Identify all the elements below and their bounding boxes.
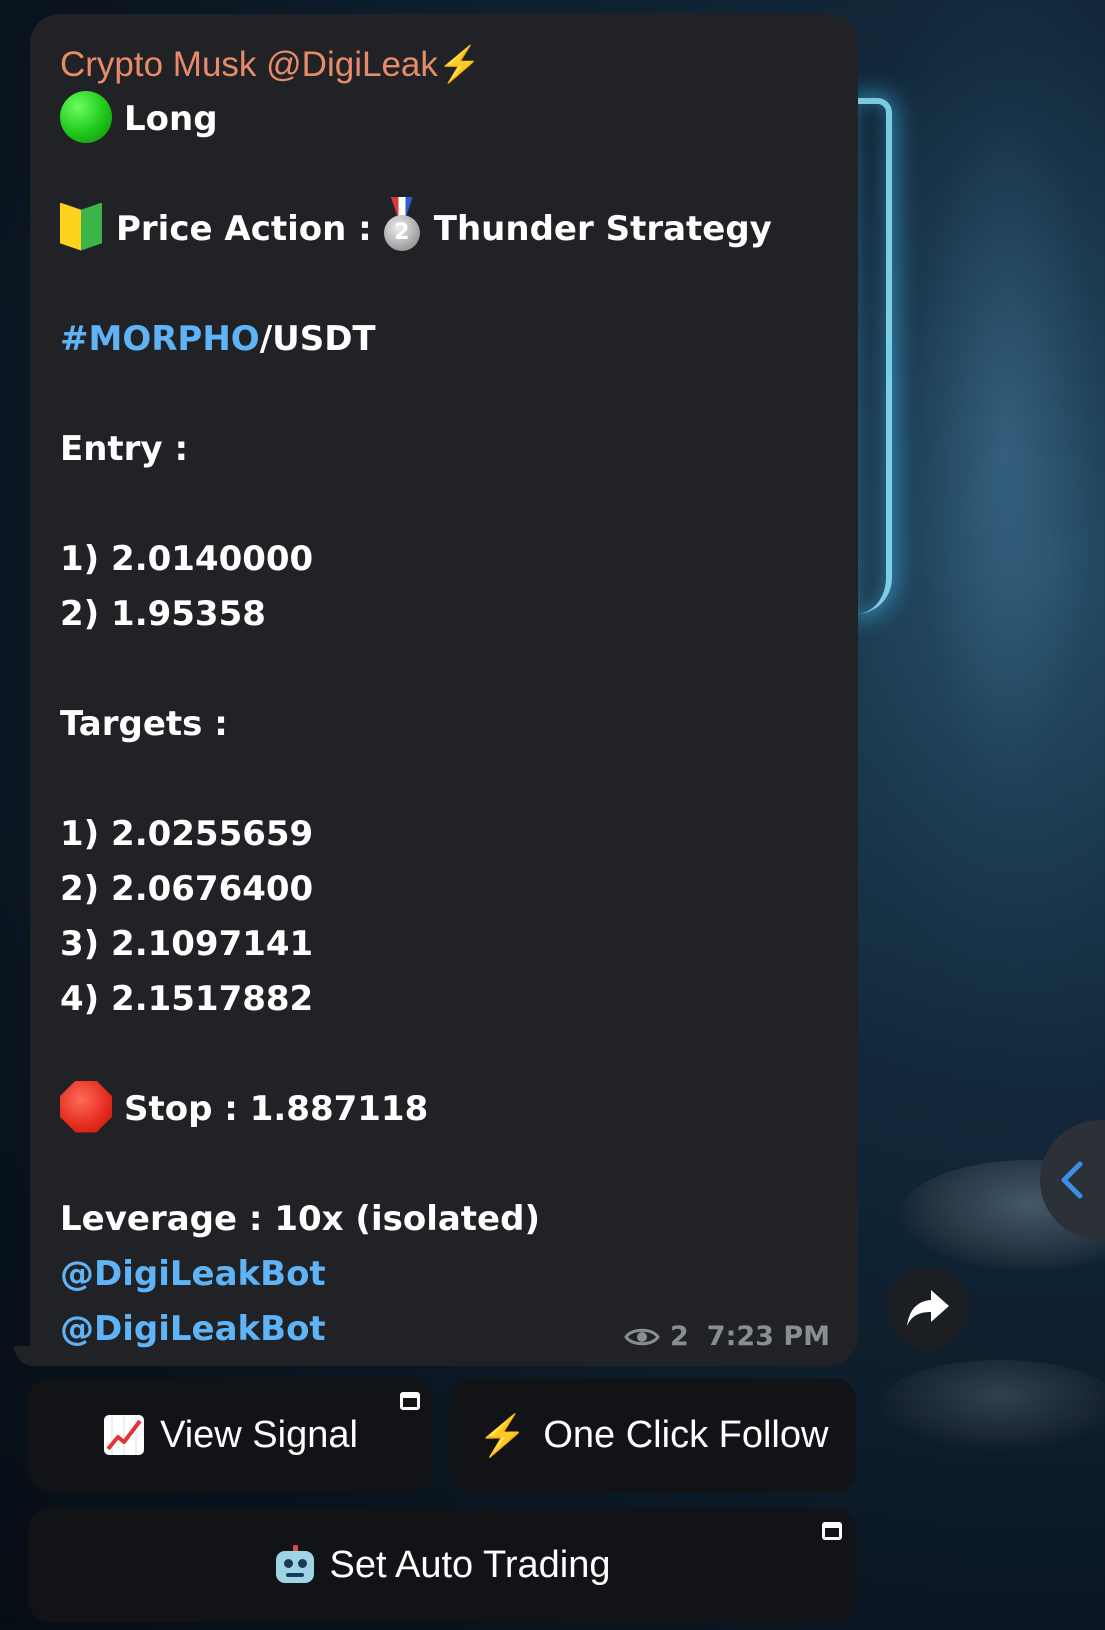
background-neon-light: [856, 98, 892, 614]
bot-mention-link[interactable]: @DigiLeakBot: [60, 1247, 828, 1302]
targets-label: Targets :: [60, 704, 228, 744]
japanese-beginner-icon: [60, 202, 102, 251]
pair-hashtag-link[interactable]: #MORPHO: [60, 319, 260, 359]
view-signal-button[interactable]: View Signal: [28, 1378, 434, 1492]
message-bubble[interactable]: Crypto Musk @DigiLeak⚡ Long Price Action…: [30, 14, 858, 1366]
stop-sign-icon: [60, 1080, 112, 1133]
strategy-name: Thunder Strategy: [433, 209, 772, 249]
message-time: 7:23 PM: [706, 1321, 830, 1352]
leverage-line: Leverage : 10x (isolated): [60, 1199, 540, 1239]
one-click-follow-label: One Click Follow: [543, 1413, 829, 1456]
stop-line: Stop : 1.887118: [60, 1080, 828, 1137]
chart-increasing-icon: [104, 1415, 145, 1455]
open-window-icon: [400, 1392, 420, 1410]
price-action-label: Price Action :: [116, 209, 372, 249]
pair-quote: /USDT: [259, 319, 376, 359]
target-item: 4) 2.1517882: [60, 979, 314, 1019]
pair-line: #MORPHO/USDT: [60, 312, 828, 367]
strategy-line: Price Action :2 Thunder Strategy: [60, 196, 828, 257]
message-meta: 2 7:23 PM: [624, 1321, 830, 1352]
message-text: Long Price Action :2 Thunder Strategy #MO…: [60, 90, 828, 1357]
direction-line: Long: [60, 90, 828, 147]
share-button[interactable]: [886, 1266, 970, 1350]
chevron-left-icon: [1061, 1161, 1083, 1199]
entry-label: Entry :: [60, 429, 189, 469]
green-circle-icon: [60, 90, 112, 143]
sender-name[interactable]: Crypto Musk @DigiLeak⚡: [60, 42, 828, 92]
eye-icon: [624, 1328, 660, 1345]
view-count: 2: [669, 1321, 689, 1352]
set-auto-trading-button[interactable]: Set Auto Trading: [28, 1508, 856, 1622]
direction: Long: [124, 99, 218, 139]
background-stool-2: [880, 1360, 1105, 1450]
sender-bolt-icon: ⚡: [437, 45, 482, 84]
open-window-icon: [822, 1522, 842, 1540]
sender-label: Crypto Musk @DigiLeak: [60, 45, 438, 84]
target-item: 2) 2.0676400: [60, 869, 314, 909]
second-place-medal-icon: 2: [382, 196, 422, 253]
share-arrow-icon: [907, 1290, 949, 1326]
set-auto-trading-label: Set Auto Trading: [329, 1543, 611, 1586]
stop-value: Stop : 1.887118: [124, 1089, 429, 1129]
robot-icon: [274, 1545, 316, 1585]
view-signal-label: View Signal: [160, 1413, 358, 1456]
entry-item: 2) 1.95358: [60, 594, 266, 634]
background-haze: [860, 0, 1105, 1000]
target-item: 1) 2.0255659: [60, 814, 314, 854]
lightning-icon: ⚡: [477, 1413, 528, 1458]
target-item: 3) 2.1097141: [60, 924, 314, 964]
one-click-follow-button[interactable]: ⚡ One Click Follow: [450, 1378, 856, 1492]
entry-item: 1) 2.0140000: [60, 539, 314, 579]
